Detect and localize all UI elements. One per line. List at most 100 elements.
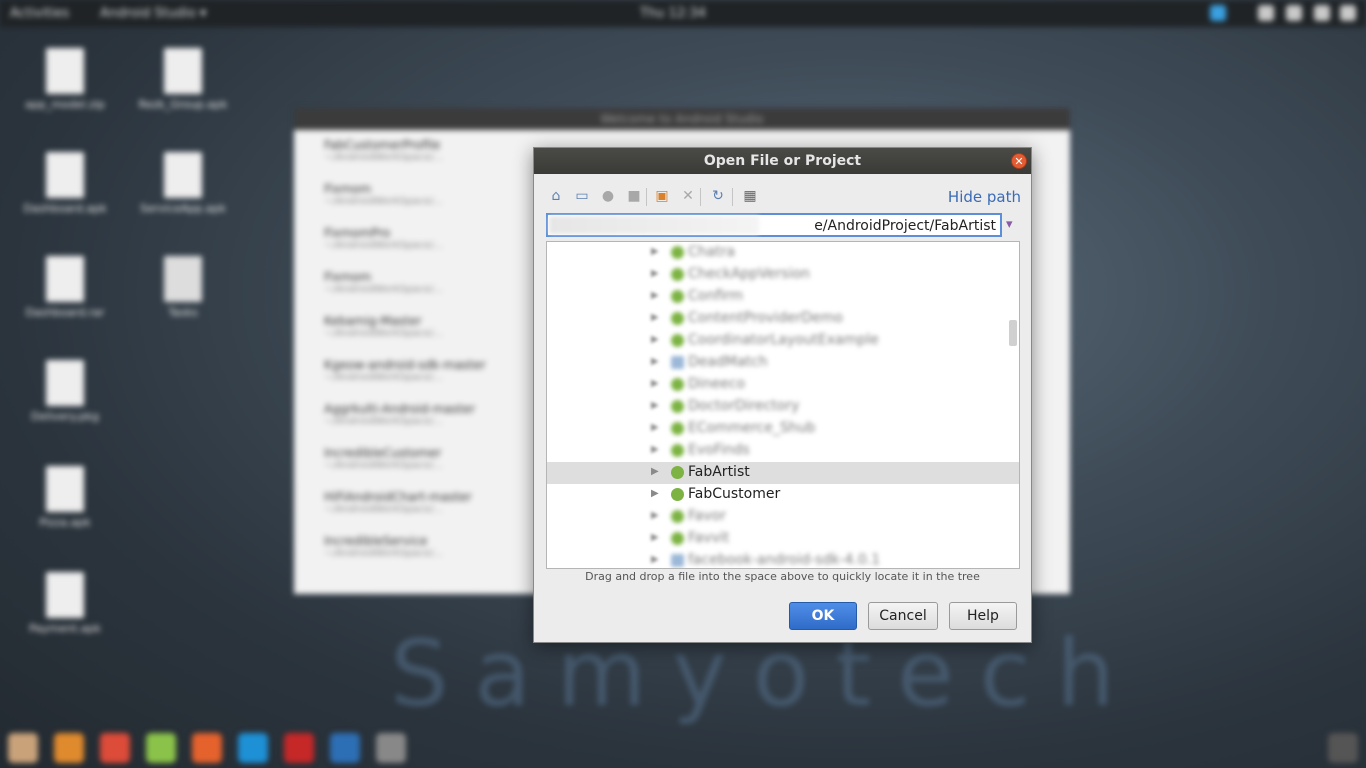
volume-icon[interactable] [1286, 5, 1302, 21]
toolbar-divider [700, 188, 701, 206]
tree-row[interactable]: ▶ Chatra [547, 242, 1019, 264]
firefox-app-icon[interactable] [54, 733, 84, 763]
expand-arrow-icon[interactable]: ▶ [651, 422, 659, 433]
tree-row[interactable]: ▶ CoordinatorLayoutExample [547, 330, 1019, 352]
app-menu[interactable]: Android Studio ▾ [100, 6, 206, 21]
file-icon [164, 152, 202, 198]
android-project-icon [671, 246, 684, 259]
delete-icon[interactable]: ✕ [678, 186, 698, 206]
desktop-file[interactable]: Pizza.apk [20, 466, 110, 529]
help-button[interactable]: Help [949, 602, 1017, 630]
close-icon[interactable]: ✕ [1011, 153, 1027, 169]
desktop-file[interactable]: Payment.apk [20, 572, 110, 635]
file-icon [164, 48, 202, 94]
tree-row[interactable]: ▶ DoctorDirectory [547, 396, 1019, 418]
expand-arrow-icon[interactable]: ▶ [651, 334, 659, 345]
show-apps-icon[interactable] [1328, 733, 1358, 763]
list-item[interactable]: Kgeow-android-sdk-master ~/AndroidWorkSpa… [294, 358, 564, 402]
path-history-icon[interactable]: ▾ [1006, 216, 1018, 234]
expand-arrow-icon[interactable]: ▶ [651, 510, 659, 521]
dialog-title-bar: Open File or Project ✕ [534, 148, 1031, 174]
clock[interactable]: Thu 12:34 [640, 6, 706, 21]
network-icon[interactable] [1258, 5, 1274, 21]
file-icon [46, 466, 84, 512]
list-item[interactable]: HiFiAndroidChart-master ~/AndroidWorkSpac… [294, 490, 564, 534]
refresh-icon[interactable]: ↻ [708, 186, 728, 206]
dock [0, 725, 1366, 768]
expand-arrow-icon[interactable]: ▶ [651, 246, 659, 257]
tree-row[interactable]: ▶ Favor [547, 506, 1019, 528]
desktop-file[interactable]: Dashboard.rar [20, 256, 110, 319]
new-folder-icon[interactable]: ▣ [652, 186, 672, 206]
android-project-icon [671, 488, 684, 501]
expand-arrow-icon[interactable]: ▶ [651, 466, 659, 477]
file-icon [46, 256, 84, 302]
ubuntu-software-app-icon[interactable] [192, 733, 222, 763]
filezilla-app-icon[interactable] [284, 733, 314, 763]
desktop-file[interactable]: Rezk_Group.apk [138, 48, 228, 111]
list-item[interactable]: FabCustomerProfile ~/AndroidWorkSpace/... [294, 138, 564, 182]
tree-row-selected[interactable]: ▶ FabArtist [547, 462, 1019, 484]
power-icon[interactable] [1340, 5, 1356, 21]
tree-row[interactable]: ▶ Dineeco [547, 374, 1019, 396]
desktop-file[interactable]: Tasks [138, 256, 228, 319]
desktop-file[interactable]: Dashboard.apk [20, 152, 110, 215]
tree-row[interactable]: ▶ ContentProviderDemo [547, 308, 1019, 330]
settings-icon[interactable] [1314, 5, 1330, 21]
list-item[interactable]: Aggrkulti-Android-master ~/AndroidWorkSpa… [294, 402, 564, 446]
list-item[interactable]: IncredibleService ~/AndroidWorkSpace/... [294, 534, 564, 578]
expand-arrow-icon[interactable]: ▶ [651, 400, 659, 411]
drag-drop-hint: Drag and drop a file into the space abov… [585, 570, 980, 583]
file-icon [46, 152, 84, 198]
cancel-button[interactable]: Cancel [868, 602, 938, 630]
expand-arrow-icon[interactable]: ▶ [651, 554, 659, 565]
tree-row[interactable]: ▶ FabCustomer [547, 484, 1019, 506]
expand-arrow-icon[interactable]: ▶ [651, 356, 659, 367]
tree-row[interactable]: ▶ facebook-android-sdk-4.0.1 [547, 550, 1019, 568]
expand-arrow-icon[interactable]: ▶ [651, 444, 659, 455]
tree-scrollbar[interactable] [1009, 320, 1017, 346]
tree-row[interactable]: ▶ Confirm [547, 286, 1019, 308]
tree-row[interactable]: ▶ CheckAppVersion [547, 264, 1019, 286]
desktop-file[interactable]: ServiceApp.apk [138, 152, 228, 215]
chrome-app-icon[interactable] [100, 733, 130, 763]
list-item[interactable]: IncredibleCustomer ~/AndroidWorkSpace/... [294, 446, 564, 490]
file-tree[interactable]: ▶ Chatra ▶ CheckAppVersion ▶ Confirm ▶ Conte… [546, 241, 1020, 569]
tree-row[interactable]: ▶ Favvit [547, 528, 1019, 550]
list-item[interactable]: Fixmom ~/AndroidWorkSpace/... [294, 270, 564, 314]
expand-arrow-icon[interactable]: ▶ [651, 532, 659, 543]
settings-app-icon[interactable] [376, 733, 406, 763]
tree-row[interactable]: ▶ EvoFinds [547, 440, 1019, 462]
expand-arrow-icon[interactable]: ▶ [651, 378, 659, 389]
folder-icon [671, 554, 684, 567]
tree-row[interactable]: ▶ ECommerce_Shub [547, 418, 1019, 440]
android-studio-app-icon[interactable] [146, 733, 176, 763]
expand-arrow-icon[interactable]: ▶ [651, 312, 659, 323]
path-redacted [549, 216, 759, 234]
tree-row[interactable]: ▶ DeadMatch [547, 352, 1019, 374]
skype-tray-icon[interactable] [1210, 5, 1226, 21]
path-field-wrapper [546, 213, 1002, 237]
list-item[interactable]: Kebamig-Master ~/AndroidWorkSpace/... [294, 314, 564, 358]
folder-icon [671, 356, 684, 369]
desktop-file[interactable]: Delivery.pkg [20, 360, 110, 423]
skype-app-icon[interactable] [238, 733, 268, 763]
activities-button[interactable]: Activities [10, 6, 69, 21]
desktop-icon[interactable]: ▭ [572, 186, 592, 206]
show-hidden-files-icon[interactable]: ▦ [740, 186, 760, 206]
module-folder-icon[interactable]: ■ [624, 186, 644, 206]
expand-arrow-icon[interactable]: ▶ [651, 268, 659, 279]
top-bar: Activities Android Studio ▾ Thu 12:34 [0, 0, 1366, 27]
expand-arrow-icon[interactable]: ▶ [651, 290, 659, 301]
android-project-icon [671, 510, 684, 523]
files-app-icon[interactable] [8, 733, 38, 763]
hide-path-link[interactable]: Hide path [948, 188, 1021, 206]
home-icon[interactable]: ⌂ [546, 186, 566, 206]
ok-button[interactable]: OK [789, 602, 857, 630]
project-icon[interactable]: ● [598, 186, 618, 206]
list-item[interactable]: Fixmom ~/AndroidWorkSpace/... [294, 182, 564, 226]
list-item[interactable]: FixmomPro ~/AndroidWorkSpace/... [294, 226, 564, 270]
text-editor-app-icon[interactable] [330, 733, 360, 763]
desktop-file[interactable]: app_model.zip [20, 48, 110, 111]
expand-arrow-icon[interactable]: ▶ [651, 488, 659, 499]
